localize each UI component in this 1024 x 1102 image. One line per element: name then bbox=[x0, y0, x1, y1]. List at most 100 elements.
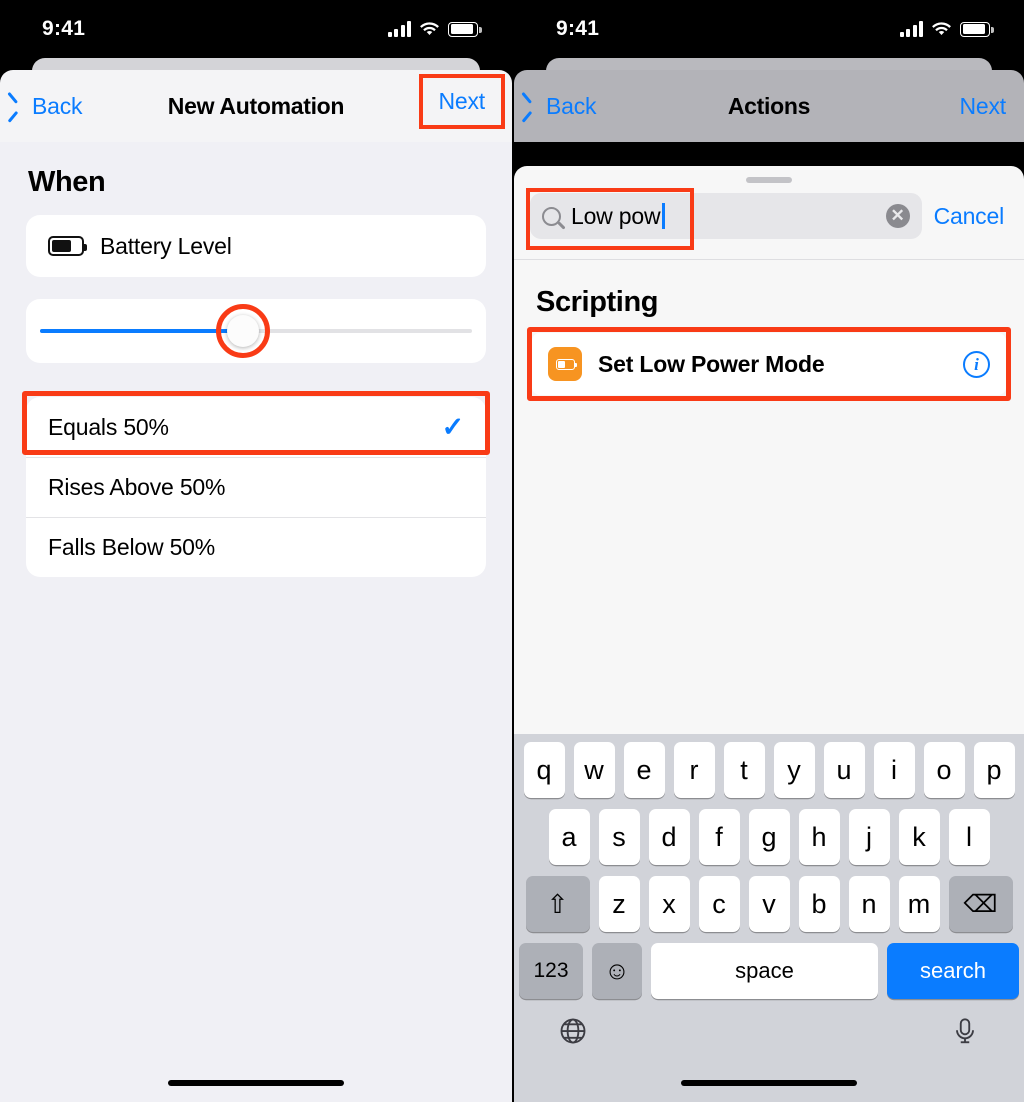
back-button-label: Back bbox=[546, 92, 597, 119]
key-s[interactable]: s bbox=[598, 809, 640, 865]
navigation-bar-right: Back Actions Next bbox=[514, 70, 1024, 142]
microphone-icon[interactable] bbox=[950, 1016, 980, 1046]
text-cursor bbox=[662, 203, 665, 229]
battery-level-slider-card[interactable] bbox=[26, 299, 486, 363]
key-k[interactable]: k bbox=[898, 809, 940, 865]
cellular-signal-icon bbox=[387, 21, 411, 37]
key-g[interactable]: g bbox=[748, 809, 790, 865]
page-title: Actions bbox=[727, 92, 811, 119]
battery-status-icon bbox=[448, 21, 482, 37]
key-m[interactable]: m bbox=[898, 876, 940, 932]
key-e[interactable]: e bbox=[623, 742, 665, 798]
left-content: When Battery Level Equals 50% ✓ Rises Ab… bbox=[0, 142, 512, 1102]
key-y[interactable]: y bbox=[773, 742, 815, 798]
chevron-left-icon bbox=[14, 95, 27, 117]
backspace-key[interactable]: ⌫ bbox=[948, 876, 1013, 932]
search-key[interactable]: search bbox=[887, 943, 1019, 999]
trigger-card[interactable]: Battery Level bbox=[26, 215, 486, 277]
status-bar: 9:41 bbox=[0, 0, 512, 58]
key-x[interactable]: x bbox=[648, 876, 690, 932]
key-z[interactable]: z bbox=[598, 876, 640, 932]
slider-track[interactable] bbox=[40, 304, 472, 358]
battery-status-icon bbox=[960, 21, 994, 37]
key-h[interactable]: h bbox=[798, 809, 840, 865]
low-power-mode-icon bbox=[548, 347, 582, 382]
trigger-row[interactable]: Battery Level bbox=[26, 215, 486, 277]
on-screen-keyboard: q w e r t y u i o p a s d f g h j k l ⇧ … bbox=[514, 734, 1024, 1102]
key-a[interactable]: a bbox=[548, 809, 590, 865]
back-button[interactable]: Back bbox=[514, 93, 632, 120]
search-value: Low pow bbox=[571, 202, 661, 229]
key-u[interactable]: u bbox=[823, 742, 865, 798]
key-r[interactable]: r bbox=[673, 742, 715, 798]
key-v[interactable]: v bbox=[748, 876, 790, 932]
option-rises-above[interactable]: Rises Above 50% bbox=[26, 457, 486, 517]
next-button-label: Next bbox=[438, 88, 486, 114]
keyboard-row-4: 123 ☺ space search bbox=[514, 943, 1024, 999]
key-j[interactable]: j bbox=[848, 809, 890, 865]
cancel-button[interactable]: Cancel bbox=[934, 203, 1008, 230]
key-l[interactable]: l bbox=[948, 809, 990, 865]
key-b[interactable]: b bbox=[798, 876, 840, 932]
slider-thumb-highlight bbox=[216, 304, 271, 358]
next-button[interactable]: Next bbox=[906, 93, 1024, 120]
action-result-wrapper: Set Low Power Mode i bbox=[527, 327, 1011, 402]
status-indicators bbox=[387, 21, 482, 37]
option-falls-below[interactable]: Falls Below 50% bbox=[26, 517, 486, 577]
when-section-header: When bbox=[28, 166, 106, 198]
key-n[interactable]: n bbox=[848, 876, 890, 932]
option-rises-above-label: Rises Above 50% bbox=[48, 474, 226, 500]
option-equals[interactable]: Equals 50% ✓ bbox=[26, 397, 486, 457]
search-input[interactable]: Low pow ✕ bbox=[530, 193, 922, 239]
key-i[interactable]: i bbox=[873, 742, 915, 798]
right-phone-screen: 9:41 Back Actions Next Low pow ✕ Cancel … bbox=[512, 0, 1024, 1102]
shift-key[interactable]: ⇧ bbox=[525, 876, 590, 932]
wifi-icon bbox=[419, 21, 440, 37]
space-key[interactable]: space bbox=[651, 943, 878, 999]
option-equals-label: Equals 50% bbox=[48, 413, 169, 440]
next-button-label: Next bbox=[959, 92, 1007, 119]
home-indicator bbox=[681, 1080, 857, 1086]
numbers-key[interactable]: 123 bbox=[519, 943, 583, 999]
search-icon bbox=[542, 206, 561, 226]
checkmark-icon: ✓ bbox=[441, 411, 465, 442]
chevron-left-icon bbox=[528, 95, 541, 117]
status-indicators-right bbox=[899, 21, 994, 37]
key-c[interactable]: c bbox=[698, 876, 740, 932]
key-t[interactable]: t bbox=[723, 742, 765, 798]
key-p[interactable]: p bbox=[973, 742, 1015, 798]
keyboard-row-1: q w e r t y u i o p bbox=[514, 742, 1024, 798]
key-q[interactable]: q bbox=[523, 742, 565, 798]
status-time: 9:41 bbox=[42, 17, 86, 40]
back-button-label: Back bbox=[32, 92, 83, 119]
screenshot-pair: 9:41 Back New Automation Next When Batte… bbox=[0, 0, 1024, 1102]
left-phone-screen: 9:41 Back New Automation Next When Batte… bbox=[0, 0, 512, 1102]
status-bar-right: 9:41 bbox=[514, 0, 1024, 58]
globe-icon[interactable] bbox=[558, 1016, 588, 1046]
condition-options-wrapper: Equals 50% ✓ Rises Above 50% Falls Below… bbox=[22, 391, 490, 577]
trigger-label: Battery Level bbox=[100, 232, 232, 259]
next-button-highlight[interactable]: Next bbox=[418, 74, 505, 129]
info-icon[interactable]: i bbox=[963, 350, 990, 378]
action-set-low-power-mode[interactable]: Set Low Power Mode i bbox=[532, 333, 1006, 396]
key-w[interactable]: w bbox=[573, 742, 615, 798]
key-d[interactable]: d bbox=[648, 809, 690, 865]
key-f[interactable]: f bbox=[698, 809, 740, 865]
action-label: Set Low Power Mode bbox=[598, 350, 825, 377]
key-o[interactable]: o bbox=[923, 742, 965, 798]
page-title: New Automation bbox=[167, 92, 345, 119]
keyboard-row-3: ⇧ z x c v b n m ⌫ bbox=[514, 876, 1024, 932]
emoji-key[interactable]: ☺ bbox=[592, 943, 642, 999]
battery-icon bbox=[48, 236, 87, 256]
status-time-right: 9:41 bbox=[556, 17, 600, 40]
option-falls-below-label: Falls Below 50% bbox=[48, 534, 216, 560]
keyboard-bottom-bar bbox=[514, 1010, 1024, 1046]
back-button[interactable]: Back bbox=[0, 93, 118, 120]
home-indicator bbox=[168, 1080, 344, 1086]
keyboard-row-2: a s d f g h j k l bbox=[514, 809, 1024, 865]
results-section-header: Scripting bbox=[536, 286, 659, 319]
condition-options-card: Equals 50% ✓ Rises Above 50% Falls Below… bbox=[26, 397, 486, 577]
clear-search-button[interactable]: ✕ bbox=[885, 204, 910, 228]
cellular-signal-icon bbox=[899, 21, 923, 37]
slider-fill bbox=[40, 329, 244, 333]
